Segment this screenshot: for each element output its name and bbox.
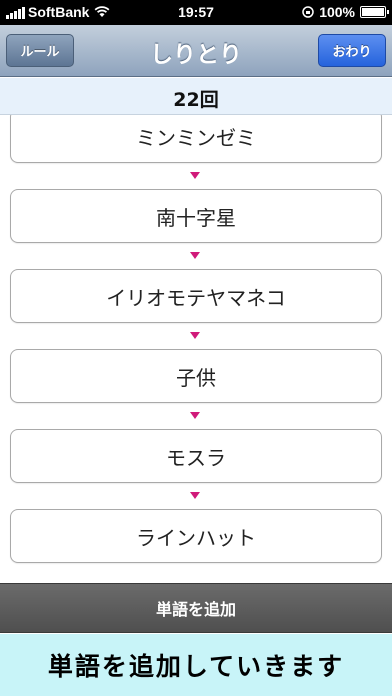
battery-percent: 100% [319, 4, 355, 20]
arrow-down-icon [190, 492, 200, 499]
word-card[interactable]: モスラ [10, 429, 382, 483]
word-card[interactable]: ミンミンゼミ [10, 115, 382, 163]
navigation-bar: ルール しりとり おわり [0, 25, 392, 77]
word-card[interactable]: 南十字星 [10, 189, 382, 243]
word-card[interactable]: 子供 [10, 349, 382, 403]
word-card[interactable]: イリオモテヤマネコ [10, 269, 382, 323]
arrow-down-icon [190, 172, 200, 179]
battery-icon [360, 6, 389, 18]
arrow-down-icon [190, 252, 200, 259]
add-word-button[interactable]: 単語を追加 [0, 583, 392, 633]
arrow-down-icon [190, 332, 200, 339]
word-card[interactable]: ラインハット [10, 509, 382, 563]
instruction-banner: 単語を追加していきます [0, 634, 392, 696]
arrow-down-icon [190, 412, 200, 419]
lock-rotation-icon [302, 6, 314, 18]
end-button[interactable]: おわり [318, 34, 386, 67]
status-right: 100% [302, 4, 389, 20]
turn-count: 22回 [0, 78, 392, 115]
status-bar: SoftBank 19:57 100% [0, 0, 392, 25]
word-list[interactable]: ミンミンゼミ南十字星イリオモテヤマネコ 子供モスララインハット [0, 115, 392, 580]
